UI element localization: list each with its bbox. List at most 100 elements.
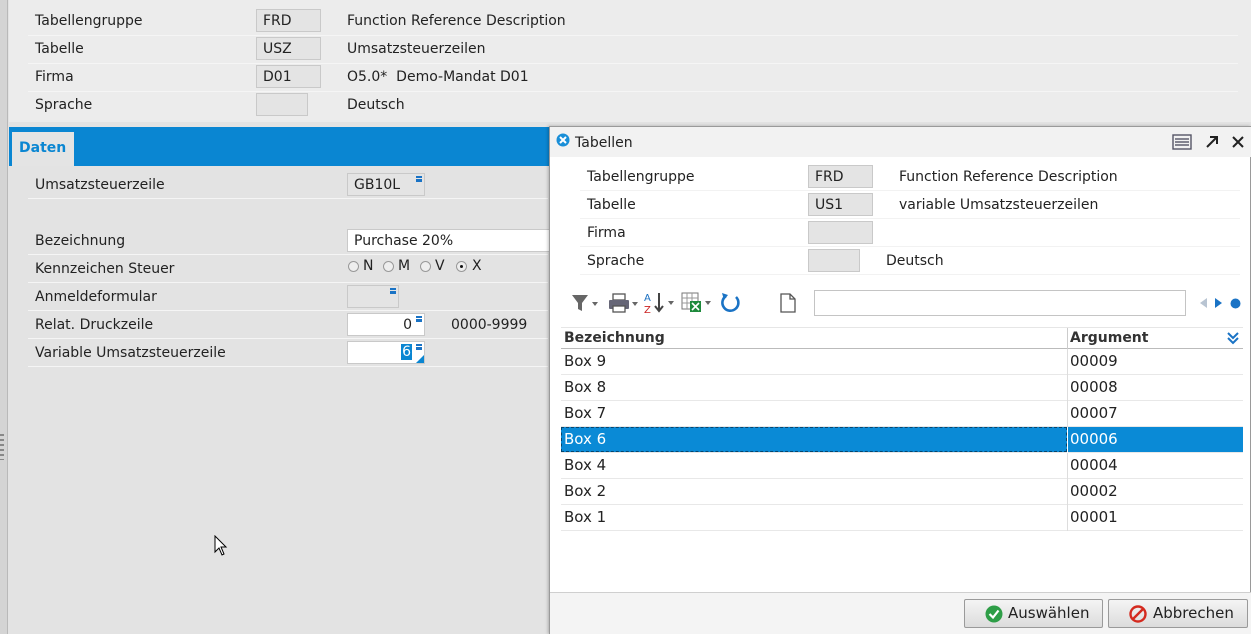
- radio-v-label: V: [435, 258, 445, 274]
- umsatzsteuerzeile-value: GB10L: [354, 177, 401, 193]
- header-label-firma: Firma: [35, 69, 74, 85]
- header-firma-field[interactable]: D01: [256, 65, 321, 88]
- druckzeile-range: 0000-9999: [451, 317, 528, 333]
- radio-x-label: X: [472, 258, 482, 274]
- dialog-label-firma: Firma: [587, 225, 626, 241]
- row-bezeichnung: Box 2: [564, 482, 607, 500]
- lookup-icon[interactable]: [416, 176, 422, 182]
- table-row-selected[interactable]: Box 6 00006: [561, 427, 1243, 453]
- column-header-bezeichnung[interactable]: Bezeichnung: [564, 330, 665, 346]
- dialog-titlebar[interactable]: [550, 127, 1251, 157]
- anmeldeformular-field[interactable]: [347, 285, 399, 308]
- cancel-button-label: Abbrechen: [1153, 604, 1234, 622]
- focus-outline: [561, 427, 1067, 452]
- dialog-sprache-desc: Deutsch: [886, 253, 944, 269]
- table-row[interactable]: Box 8 00008: [561, 375, 1243, 401]
- label-umsatzsteuerzeile: Umsatzsteuerzeile: [35, 177, 165, 193]
- table-row[interactable]: Box 2 00002: [561, 479, 1243, 505]
- variable-umsatzsteuerzeile-field[interactable]: 6: [347, 341, 425, 364]
- app-logo-icon: [556, 133, 570, 147]
- dialog-tabellengruppe-field[interactable]: FRD: [808, 165, 873, 188]
- cancel-button[interactable]: Abbrechen: [1108, 599, 1248, 628]
- row-argument: 00004: [1070, 456, 1118, 474]
- column-header-argument[interactable]: Argument: [1070, 330, 1148, 346]
- row-bezeichnung: Box 7: [564, 404, 607, 422]
- table-row[interactable]: Box 1 00001: [561, 505, 1243, 531]
- umsatzsteuerzeile-field[interactable]: GB10L: [347, 173, 425, 196]
- close-icon[interactable]: [1231, 135, 1245, 149]
- header-sprache-desc: Deutsch: [347, 97, 405, 113]
- mouse-cursor-icon: [214, 535, 228, 556]
- svg-text:A: A: [644, 293, 651, 304]
- tab-daten-label: Daten: [19, 140, 67, 156]
- header-label-tabellengruppe: Tabellengruppe: [35, 13, 143, 29]
- header-label-sprache: Sprache: [35, 97, 93, 113]
- dialog-label-sprache: Sprache: [587, 253, 645, 269]
- dialog-label-tabellengruppe: Tabellengruppe: [587, 169, 695, 185]
- radio-x[interactable]: [456, 261, 467, 272]
- radio-n-label: N: [363, 258, 374, 274]
- sort-az-icon[interactable]: A Z: [644, 291, 676, 315]
- table-header: Bezeichnung Argument: [561, 327, 1243, 349]
- dialog-sprache-field[interactable]: [808, 249, 860, 272]
- row-argument: 00009: [1070, 352, 1118, 370]
- header-label-tabelle: Tabelle: [35, 41, 84, 57]
- lookup-icon[interactable]: [390, 288, 396, 294]
- header-panel: [9, 0, 1251, 122]
- label-anmeldeformular: Anmeldeformular: [35, 289, 157, 305]
- layout-settings-icon[interactable]: [1172, 134, 1192, 150]
- cancel-icon: [1129, 605, 1147, 623]
- druckzeile-field[interactable]: 0: [347, 313, 425, 336]
- header-tabelle-desc: Umsatzsteuerzeilen: [347, 41, 486, 57]
- print-icon[interactable]: [607, 292, 639, 314]
- header-tabellengruppe-field[interactable]: FRD: [256, 9, 321, 32]
- bezeichnung-field[interactable]: Purchase 20%: [347, 229, 551, 252]
- lookup-icon[interactable]: [416, 344, 422, 350]
- header-tabelle-field[interactable]: USZ: [256, 37, 321, 60]
- label-bezeichnung: Bezeichnung: [35, 233, 126, 249]
- label-variable-umsatzsteuerzeile: Variable Umsatzsteuerzeile: [35, 345, 226, 361]
- lookup-icon[interactable]: [416, 316, 422, 322]
- refresh-icon[interactable]: [718, 291, 742, 315]
- resize-corner-icon: [416, 355, 424, 363]
- dialog-firma-field[interactable]: [808, 221, 873, 244]
- row-bezeichnung: Box 1: [564, 508, 607, 526]
- column-separator: [1067, 328, 1068, 349]
- filter-icon[interactable]: [570, 292, 600, 314]
- dialog-label-tabelle: Tabelle: [587, 197, 636, 213]
- svg-text:Z: Z: [644, 305, 651, 315]
- row-bezeichnung: Box 9: [564, 352, 607, 370]
- row-argument: 00008: [1070, 378, 1118, 396]
- prev-page-icon[interactable]: [1198, 297, 1208, 309]
- row-bezeichnung: Box 4: [564, 456, 607, 474]
- radio-n[interactable]: [348, 261, 359, 272]
- select-button[interactable]: Auswählen: [964, 599, 1103, 628]
- header-tabellengruppe-desc: Function Reference Description: [347, 13, 566, 29]
- label-kennzeichen-steuer: Kennzeichen Steuer: [35, 261, 175, 277]
- splitter-handle[interactable]: [0, 434, 4, 460]
- radio-v[interactable]: [420, 261, 431, 272]
- table-row[interactable]: Box 4 00004: [561, 453, 1243, 479]
- row-argument: 00007: [1070, 404, 1118, 422]
- maximize-arrow-icon[interactable]: [1205, 135, 1219, 149]
- label-relat-druckzeile: Relat. Druckzeile: [35, 317, 154, 333]
- druckzeile-value: 0: [403, 317, 412, 333]
- row-bezeichnung: Box 8: [564, 378, 607, 396]
- check-icon: [985, 605, 1003, 623]
- next-page-icon[interactable]: [1214, 297, 1224, 309]
- row-argument: 00002: [1070, 482, 1118, 500]
- select-button-label: Auswählen: [1008, 604, 1090, 622]
- row-argument: 00006: [1070, 430, 1118, 448]
- tab-daten[interactable]: Daten: [12, 132, 74, 166]
- dialog-tabelle-field[interactable]: US1: [808, 193, 873, 216]
- header-sprache-field[interactable]: [256, 93, 308, 116]
- table-row[interactable]: Box 9 00009: [561, 349, 1243, 375]
- new-document-icon[interactable]: [780, 293, 796, 313]
- dialog-tabellengruppe-desc: Function Reference Description: [899, 169, 1118, 185]
- search-input[interactable]: [814, 290, 1186, 316]
- excel-export-icon[interactable]: [681, 291, 713, 315]
- radio-m[interactable]: [383, 261, 394, 272]
- dialog-title: Tabellen: [575, 135, 633, 151]
- table-row[interactable]: Box 7 00007: [561, 401, 1243, 427]
- column-chooser-icon[interactable]: [1227, 331, 1239, 345]
